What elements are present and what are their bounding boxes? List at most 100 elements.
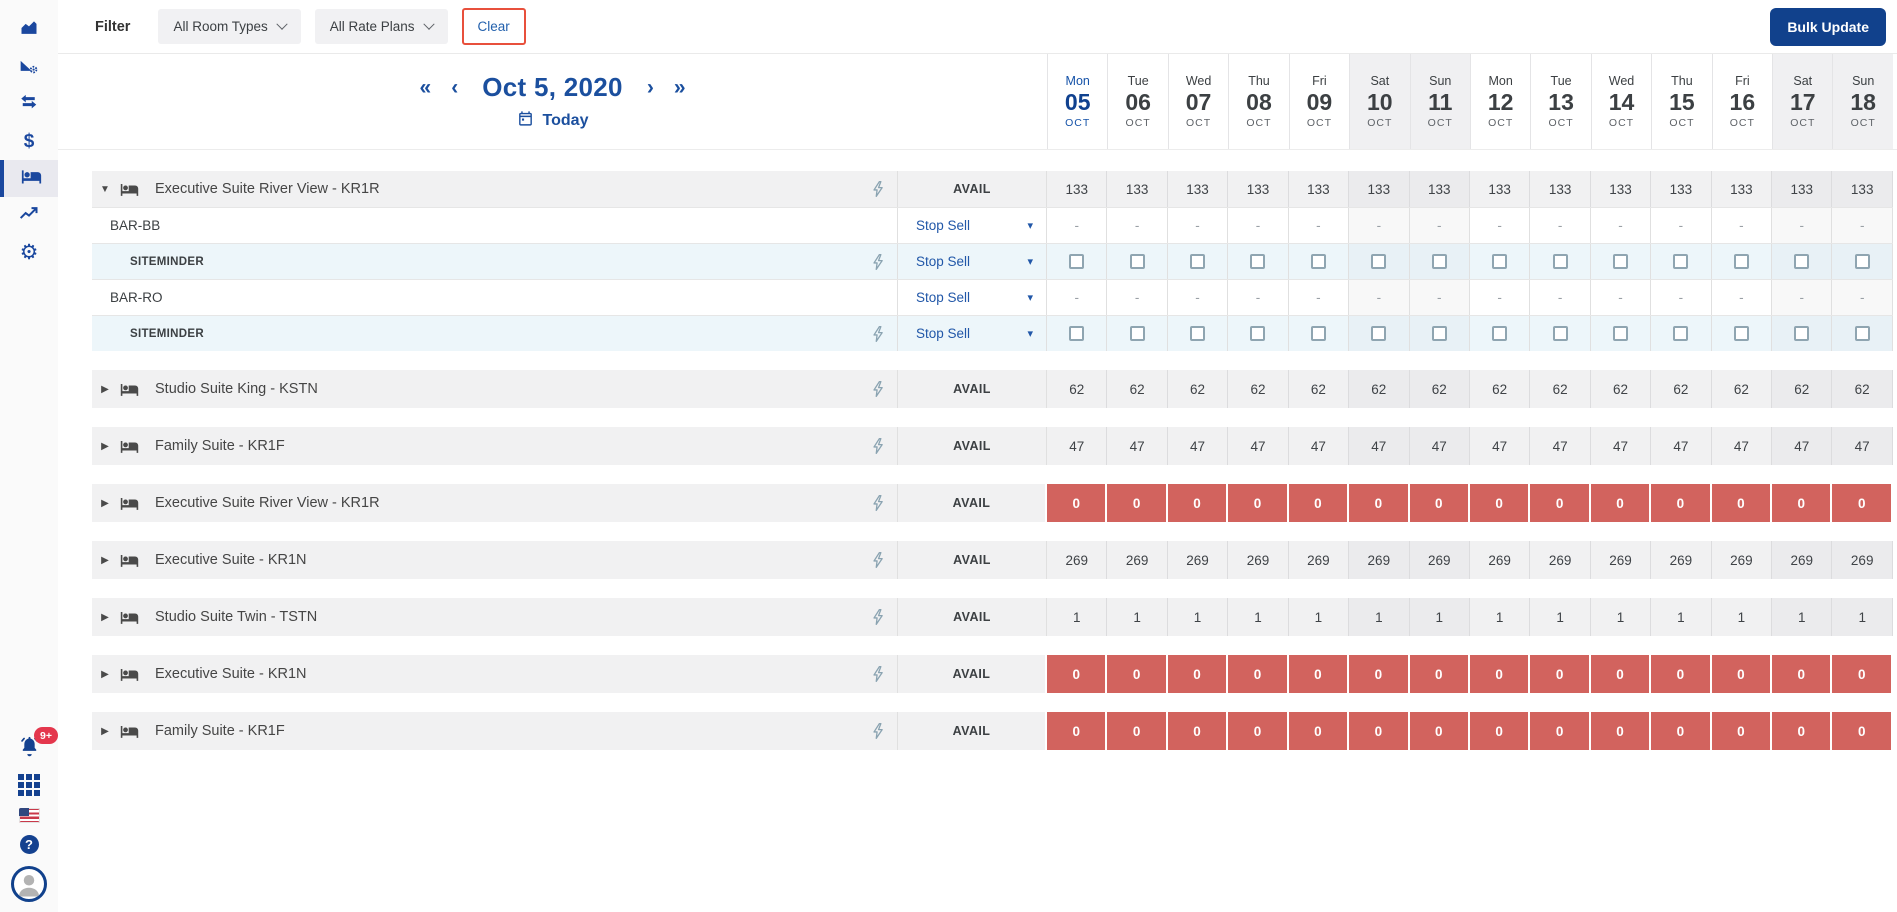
stop-sell-dropdown[interactable]: Stop Sell▾ [897,316,1047,351]
stop-sell-dropdown[interactable]: Stop Sell▾ [897,208,1047,243]
availability-checkbox[interactable] [1130,254,1145,269]
room-group-row[interactable]: ▶Executive Suite - KR1NAVAIL269269269269… [92,541,1893,579]
avail-value-cell: 62 [1832,370,1892,408]
rate-plans-value: All Rate Plans [330,19,415,34]
availability-checkbox[interactable] [1734,254,1749,269]
availability-checkbox[interactable] [1250,326,1265,341]
channel-row: SITEMINDERStop Sell▾ [92,243,1893,279]
room-group-row[interactable]: ▶Studio Suite King - KSTNAVAIL6262626262… [92,370,1893,408]
language-flag-button[interactable] [19,808,40,823]
room-type-block: ▶Executive Suite - KR1NAVAIL269269269269… [92,541,1893,579]
availability-checkbox[interactable] [1855,254,1870,269]
availability-checkbox[interactable] [1311,326,1326,341]
expand-caret-icon[interactable]: ▶ [97,384,113,395]
availability-checkbox[interactable] [1553,326,1568,341]
stop-sell-dropdown[interactable]: Stop Sell▾ [897,280,1047,315]
avail-value-cell: 269 [1651,541,1711,579]
day-month: OCT [1367,117,1392,129]
expand-caret-icon[interactable]: ▶ [97,726,113,737]
expand-caret-icon[interactable]: ▶ [97,498,113,509]
room-types-dropdown[interactable]: All Room Types [158,9,300,44]
room-group-row[interactable]: ▶Executive Suite - KR1NAVAIL000000000000… [92,655,1893,693]
checkbox-cell [1772,244,1832,279]
room-group-row[interactable]: ▼Executive Suite River View - KR1RAVAIL1… [92,171,1893,207]
room-group-row[interactable]: ▶Family Suite - KR1FAVAIL474747474747474… [92,427,1893,465]
expand-caret-icon[interactable]: ▶ [97,555,113,566]
checkbox-cell [1530,244,1590,279]
availability-checkbox[interactable] [1432,254,1447,269]
availability-checkbox[interactable] [1734,326,1749,341]
avail-value-cell: 133 [1349,171,1409,207]
apps-grid-button[interactable] [18,774,40,796]
room-group-row[interactable]: ▶Family Suite - KR1FAVAIL00000000000000 [92,712,1893,750]
availability-checkbox[interactable] [1069,254,1084,269]
availability-checkbox[interactable] [1794,326,1809,341]
room-group-name: Executive Suite River View - KR1R [155,181,380,197]
sidebar-item-rates[interactable]: $ [0,123,58,160]
last-page-arrow[interactable]: » [664,77,696,98]
collapse-caret-icon[interactable]: ▼ [97,184,113,195]
user-avatar[interactable] [11,866,47,902]
expand-caret-icon[interactable]: ▶ [97,612,113,623]
availability-checkbox[interactable] [1794,254,1809,269]
checkbox-cell [1651,316,1711,351]
room-type-block: ▶Family Suite - KR1FAVAIL00000000000000 [92,712,1893,750]
availability-checkbox[interactable] [1613,326,1628,341]
avail-value-cell: 0 [1228,712,1288,750]
next-arrow[interactable]: › [637,77,664,98]
room-type-block: ▶Executive Suite River View - KR1RAVAIL0… [92,484,1893,522]
sidebar-item-settings[interactable]: ⚙ [0,234,58,271]
availability-checkbox[interactable] [1371,254,1386,269]
current-date[interactable]: Oct 5, 2020 [482,72,623,103]
availability-checkbox[interactable] [1673,326,1688,341]
availability-checkbox[interactable] [1190,326,1205,341]
room-types-value: All Room Types [173,19,267,34]
avail-value-cell: 269 [1772,541,1832,579]
checkbox-cell [1591,316,1651,351]
room-group-row[interactable]: ▶Studio Suite Twin - TSTNAVAIL1111111111… [92,598,1893,636]
sidebar-item-rooms[interactable] [0,160,58,197]
availability-checkbox[interactable] [1250,254,1265,269]
avail-value-cell: 0 [1349,484,1409,522]
day-month: OCT [1186,117,1211,129]
sidebar-item-dashboard[interactable] [0,12,58,49]
notifications-button[interactable]: 9+ [16,736,42,762]
sidebar-item-channels[interactable] [0,86,58,123]
today-button[interactable]: Today [517,110,589,132]
prev-arrow[interactable]: ‹ [441,77,468,98]
clear-filters-button[interactable]: Clear [462,8,526,45]
availability-checkbox[interactable] [1553,254,1568,269]
availability-checkbox[interactable] [1130,326,1145,341]
checkbox-cell [1168,316,1228,351]
avail-value-cell: 269 [1591,541,1651,579]
expand-caret-icon[interactable]: ▶ [97,441,113,452]
bulk-update-button[interactable]: Bulk Update [1770,8,1886,46]
first-page-arrow[interactable]: « [410,77,442,98]
date-navigation: « ‹ Oct 5, 2020 › » Today [58,54,1047,149]
dash-cell: - [1712,208,1772,243]
availability-checkbox[interactable] [1673,254,1688,269]
dash-cell: - [1591,208,1651,243]
availability-checkbox[interactable] [1492,254,1507,269]
room-group-row[interactable]: ▶Executive Suite River View - KR1RAVAIL0… [92,484,1893,522]
expand-caret-icon[interactable]: ▶ [97,669,113,680]
stop-sell-dropdown[interactable]: Stop Sell▾ [897,244,1047,279]
availability-checkbox[interactable] [1492,326,1507,341]
sidebar-item-trends[interactable] [0,197,58,234]
help-button[interactable]: ? [20,835,39,854]
triangle-gear-icon [19,55,39,80]
availability-checkbox[interactable] [1432,326,1447,341]
avail-value-cell: 133 [1107,171,1167,207]
availability-checkbox[interactable] [1613,254,1628,269]
dollar-icon: $ [24,131,35,153]
avail-value-cell: 133 [1047,171,1107,207]
availability-checkbox[interactable] [1069,326,1084,341]
dash-cell: - [1530,208,1590,243]
sidebar-bottom: 9+ ? [0,736,58,912]
availability-checkbox[interactable] [1371,326,1386,341]
rate-plans-dropdown[interactable]: All Rate Plans [315,9,448,44]
availability-checkbox[interactable] [1190,254,1205,269]
availability-checkbox[interactable] [1855,326,1870,341]
sidebar-item-analytics[interactable] [0,49,58,86]
availability-checkbox[interactable] [1311,254,1326,269]
